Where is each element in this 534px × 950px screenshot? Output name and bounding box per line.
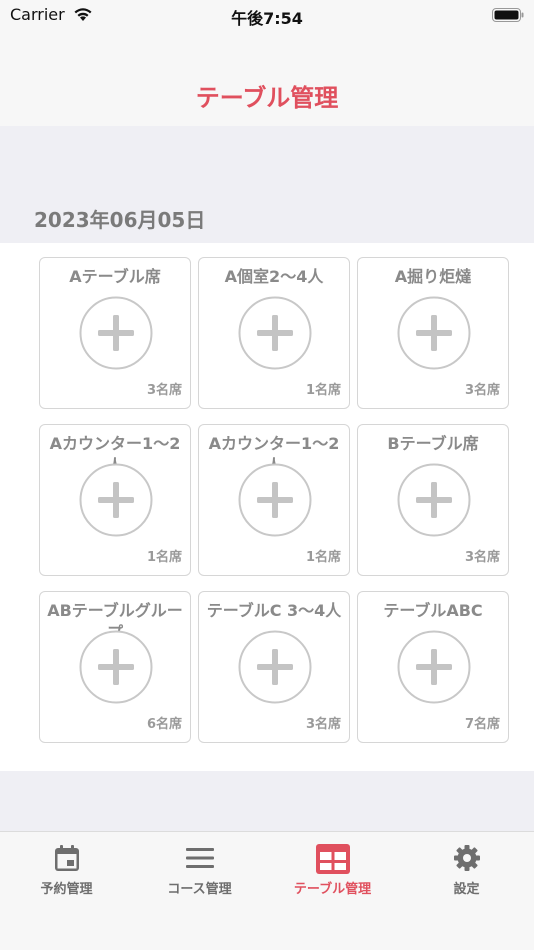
table-name: A個室2〜4人 <box>224 267 324 286</box>
battery-icon <box>492 8 524 22</box>
table-card[interactable]: テーブルABC 7名席 <box>357 591 509 743</box>
table-card[interactable]: Bテーブル席 3名席 <box>357 424 509 576</box>
tab-settings[interactable]: 設定 <box>400 832 533 902</box>
add-icon[interactable] <box>238 630 312 704</box>
tab-label: 予約管理 <box>40 882 93 897</box>
date-header: 2023年06月05日 <box>34 208 206 232</box>
tab-courses[interactable]: コース管理 <box>133 832 266 902</box>
seat-count: 7名席 <box>464 717 500 732</box>
table-card[interactable]: Aテーブル席 3名席 <box>39 257 191 409</box>
table-name: Bテーブル席 <box>387 434 479 453</box>
status-bar: Carrier 午後7:54 <box>0 0 534 32</box>
tab-label: テーブル管理 <box>293 882 372 897</box>
seat-count: 6名席 <box>146 717 182 732</box>
table-card[interactable]: テーブルC 3〜4人 3名席 <box>198 591 350 743</box>
table-card[interactable]: A掘り炬燵 3名席 <box>357 257 509 409</box>
table-name: Aテーブル席 <box>69 267 161 286</box>
add-icon[interactable] <box>79 463 153 537</box>
table-grid-icon <box>315 844 350 874</box>
seat-count: 3名席 <box>146 383 182 398</box>
list-icon <box>185 848 214 868</box>
tab-bar: 予約管理 コース管理 テーブル管理 設定 <box>0 831 534 950</box>
add-icon[interactable] <box>397 630 471 704</box>
seat-count: 1名席 <box>305 550 341 565</box>
calendar-icon <box>54 845 79 871</box>
tab-label: 設定 <box>453 882 480 897</box>
screen: Carrier 午後7:54 テーブル管理 2023年06月05日 Aテーブル席… <box>0 0 534 950</box>
tab-tables[interactable]: テーブル管理 <box>266 832 399 902</box>
tab-reservations[interactable]: 予約管理 <box>0 832 133 902</box>
footer-band <box>0 771 534 831</box>
status-time: 午後7:54 <box>231 9 303 28</box>
table-name: テーブルC 3〜4人 <box>206 601 342 620</box>
table-card[interactable]: Aカウンター1〜2人 1名席 <box>198 424 350 576</box>
add-icon[interactable] <box>397 296 471 370</box>
seat-count: 3名席 <box>464 550 500 565</box>
add-icon[interactable] <box>79 630 153 704</box>
gear-icon <box>453 845 480 871</box>
add-icon[interactable] <box>397 463 471 537</box>
seat-count: 3名席 <box>305 717 341 732</box>
add-icon[interactable] <box>238 296 312 370</box>
seat-count: 1名席 <box>305 383 341 398</box>
table-grid: Aテーブル席 3名席 A個室2〜4人 1名席 A掘り炬燵 3名席 Aカウンター1… <box>0 243 534 771</box>
seat-count: 3名席 <box>464 383 500 398</box>
table-card[interactable]: ABテーブルグループ 6名席 <box>39 591 191 743</box>
table-name: A掘り炬燵 <box>394 267 472 286</box>
table-name: テーブルABC <box>383 601 483 620</box>
add-icon[interactable] <box>238 463 312 537</box>
navigation-bar: テーブル管理 <box>0 32 534 126</box>
tab-label: コース管理 <box>167 882 232 897</box>
table-card[interactable]: Aカウンター1〜2人 1名席 <box>39 424 191 576</box>
page-title: テーブル管理 <box>195 84 339 112</box>
add-icon[interactable] <box>79 296 153 370</box>
table-card[interactable]: A個室2〜4人 1名席 <box>198 257 350 409</box>
seat-count: 1名席 <box>146 550 182 565</box>
